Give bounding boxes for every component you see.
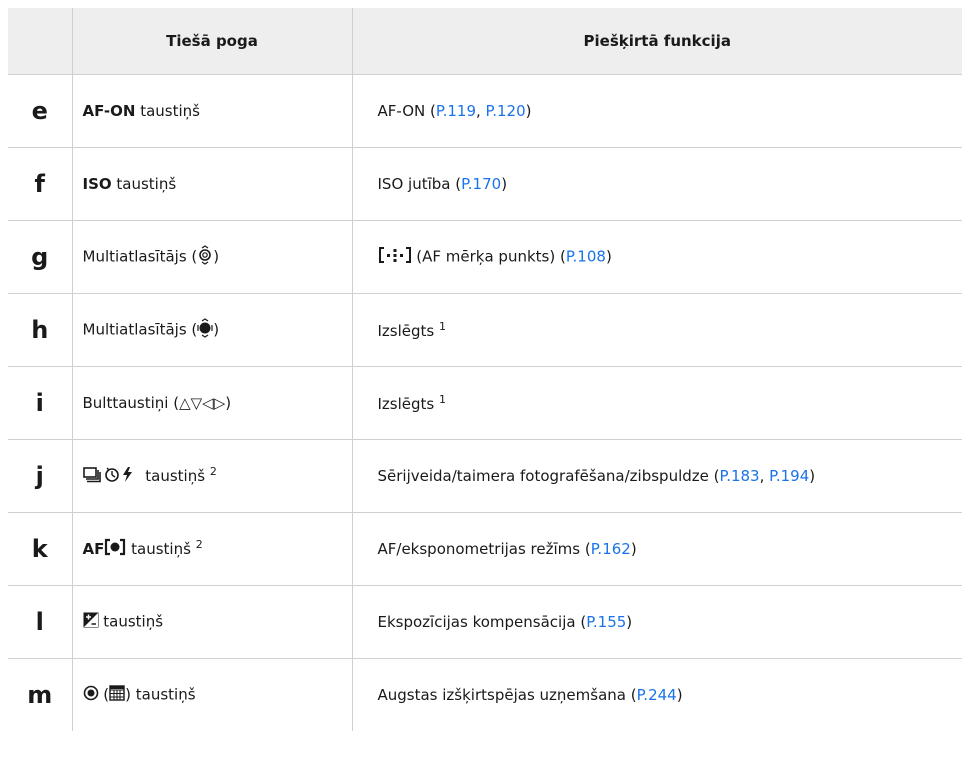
row-letter: f [8, 147, 73, 221]
direct-button-cell: ( ) taustiņš [72, 658, 353, 731]
header-direct-button: Tiešā poga [72, 8, 353, 75]
header-letter [8, 8, 73, 75]
function-tail: ) [809, 467, 816, 485]
page-ref-link[interactable]: P.244 [637, 686, 677, 704]
button-tail: ) [213, 247, 220, 266]
sequential-timer-flash-icon [82, 465, 141, 487]
table-row: h Multiatlasītājs () Izslēgts 1 [8, 293, 962, 367]
direct-button-cell: AF taustiņš 2 [72, 512, 353, 586]
page-ref-link[interactable]: P.183 [719, 467, 759, 485]
function-tail: ) [676, 686, 683, 704]
function-tail: ) [501, 175, 508, 193]
function-tail: ) [630, 540, 637, 558]
table-row: e AF-ON taustiņš AF-ON (P.119, P.120) [8, 74, 962, 148]
button-text: Multiatlasītājs ( [82, 247, 198, 266]
function-cell: Augstas izšķirtspējas uzņemšana (P.244) [352, 658, 962, 731]
button-name-bold: AF [82, 539, 105, 558]
function-text: Izslēgts [377, 322, 435, 340]
row-letter: e [8, 74, 73, 148]
function-text: Augstas izšķirtspējas uzņemšana ( [377, 686, 637, 704]
function-cell: Izslēgts 1 [352, 293, 962, 367]
table-row: i Bulttaustiņi (△▽◁▷) Izslēgts 1 [8, 366, 962, 440]
direct-button-cell: AF-ON taustiņš [72, 74, 353, 148]
button-name-bold: ISO [82, 175, 112, 193]
arrow-keys-icon: △▽◁▷ [179, 394, 226, 412]
function-text: AF-ON ( [377, 102, 436, 120]
button-suffix: taustiņš [135, 102, 200, 120]
table-row: k AF taustiņš 2 AF/eksponometrijas režīm… [8, 512, 962, 586]
row-letter: m [8, 658, 73, 731]
button-text: Bulttaustiņi ( [82, 394, 180, 412]
button-text: ( [98, 685, 110, 704]
function-text: Sērijveida/taimera fotografēšana/zibspul… [377, 467, 720, 485]
button-suffix: taustiņš [98, 612, 164, 631]
record-icon [83, 685, 99, 705]
direct-button-cell: Multiatlasītājs () [72, 220, 353, 294]
button-suffix: taustiņš [111, 175, 177, 193]
footnote-marker: 2 [195, 537, 203, 551]
page-ref-link[interactable]: P.194 [769, 467, 809, 485]
button-tail: ) [213, 320, 220, 339]
function-tail: ) [626, 613, 633, 631]
row-letter: g [8, 220, 73, 294]
row-letter: j [8, 439, 73, 513]
function-text: (AF mērķa punkts) ( [411, 247, 566, 266]
button-suffix: taustiņš [126, 539, 191, 558]
page-ref-link[interactable]: P.162 [591, 540, 631, 558]
button-tail: ) [225, 394, 232, 412]
footnote-marker: 2 [209, 464, 217, 478]
function-text: ISO jutība ( [377, 175, 462, 193]
table-header-row: Tiešā poga Piešķirtā funkcija [8, 8, 962, 75]
function-tail: ) [525, 102, 532, 120]
button-name-bold: AF-ON [82, 102, 136, 120]
function-text: AF/eksponometrijas režīms ( [377, 540, 591, 558]
function-cell: AF/eksponometrijas režīms (P.162) [352, 512, 962, 586]
button-function-table: Tiešā poga Piešķirtā funkcija e AF-ON ta… [8, 8, 962, 731]
function-text: Ekspozīcijas kompensācija ( [377, 613, 587, 631]
table-row: g Multiatlasītājs () (AF mērķa punkts) (… [8, 220, 962, 294]
page-ref-link[interactable]: P.155 [586, 613, 626, 631]
table-row: m ( ) taustiņš Augstas izšķirtspējas uzņe… [8, 658, 962, 731]
function-tail: ) [605, 247, 612, 266]
metering-icon [104, 538, 126, 560]
function-cell: ISO jutība (P.170) [352, 147, 962, 221]
row-letter: k [8, 512, 73, 586]
af-target-icon [378, 246, 412, 268]
direct-button-cell: ISO taustiņš [72, 147, 353, 221]
multiselector-press-icon [197, 318, 213, 342]
exposure-comp-icon [83, 612, 99, 632]
row-letter: i [8, 366, 73, 440]
function-cell: Izslēgts 1 [352, 366, 962, 440]
direct-button-cell: taustiņš 2 [72, 439, 353, 513]
row-letter: l [8, 585, 73, 659]
table-row: j taustiņš 2 Sērijveida/taimera fotograf… [8, 439, 962, 513]
page-ref-link[interactable]: P.108 [566, 248, 606, 266]
footnote-marker: 1 [439, 320, 447, 333]
table-row: f ISO taustiņš ISO jutība (P.170) [8, 147, 962, 221]
function-text: Izslēgts [377, 395, 435, 413]
function-cell: AF-ON (P.119, P.120) [352, 74, 962, 148]
page-ref-link[interactable]: P.120 [486, 102, 526, 120]
button-text: Multiatlasītājs ( [82, 320, 198, 339]
function-cell: (AF mērķa punkts) (P.108) [352, 220, 962, 294]
function-cell: Ekspozīcijas kompensācija (P.155) [352, 585, 962, 659]
header-assigned-function: Piešķirtā funkcija [352, 8, 962, 75]
direct-button-cell: Multiatlasītājs () [72, 293, 353, 367]
grid-icon [109, 685, 125, 705]
table-row: l taustiņš Ekspozīcijas kompensācija (P.… [8, 585, 962, 659]
direct-button-cell: taustiņš [72, 585, 353, 659]
assignment-table-wrapper: Tiešā poga Piešķirtā funkcija e AF-ON ta… [8, 8, 962, 731]
page-ref-link[interactable]: P.170 [461, 175, 501, 193]
footnote-marker: 1 [439, 393, 447, 406]
button-suffix: taustiņš [140, 466, 206, 485]
row-letter: h [8, 293, 73, 367]
multiselector-tilt-icon [197, 245, 213, 269]
button-suffix: ) taustiņš [125, 685, 196, 704]
page-ref-link[interactable]: P.119 [436, 102, 476, 120]
function-cell: Sērijveida/taimera fotografēšana/zibspul… [352, 439, 962, 513]
direct-button-cell: Bulttaustiņi (△▽◁▷) [72, 366, 353, 440]
